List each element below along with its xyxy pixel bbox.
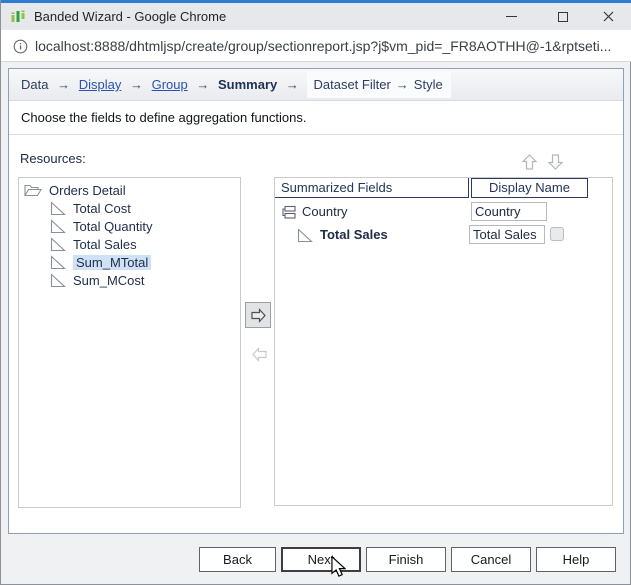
breadcrumb-separator: → xyxy=(129,77,143,92)
column-header-summarized-fields[interactable]: Summarized Fields xyxy=(275,178,469,198)
titlebar: Banded Wizard - Google Chrome xyxy=(1,3,631,30)
field-triangle-icon xyxy=(50,254,66,270)
move-up-icon[interactable] xyxy=(521,153,538,176)
field-triangle-icon xyxy=(50,200,66,216)
tree-node-label[interactable]: Total Cost xyxy=(73,201,131,216)
info-icon[interactable] xyxy=(13,39,28,59)
resources-tree: Orders Detail Total Cost Total Quantity … xyxy=(19,178,240,289)
help-button[interactable]: Help xyxy=(536,547,616,572)
breadcrumb-separator: → xyxy=(285,77,299,92)
minimize-icon[interactable] xyxy=(495,3,527,30)
breadcrumb-separator: → xyxy=(57,77,71,92)
breadcrumb-step-summary: Summary xyxy=(217,77,278,92)
field-triangle-icon xyxy=(297,228,313,246)
summary-field-label[interactable]: Total Sales xyxy=(320,227,388,242)
tree-node-label[interactable]: Total Sales xyxy=(73,237,137,252)
tree-node-orders-detail[interactable]: Orders Detail xyxy=(19,181,240,199)
breadcrumb-step-display[interactable]: Display xyxy=(79,77,122,92)
tree-node-sum-mtotal[interactable]: Sum_MTotal xyxy=(19,253,240,271)
breadcrumb-step-style: Style xyxy=(413,77,443,92)
tree-node-sum-mcost[interactable]: Sum_MCost xyxy=(19,271,240,289)
tree-node-total-cost[interactable]: Total Cost xyxy=(19,199,240,217)
breadcrumb-separator: → xyxy=(196,77,210,92)
field-triangle-icon xyxy=(50,236,66,252)
app-logo-icon xyxy=(10,8,26,31)
back-button[interactable]: Back xyxy=(199,547,276,572)
instruction-text: Choose the fields to define aggregation … xyxy=(9,101,623,135)
open-folder-icon xyxy=(24,183,42,197)
group-field-label[interactable]: Country xyxy=(302,204,348,219)
window-title: Banded Wizard - Google Chrome xyxy=(34,9,227,24)
maximize-icon[interactable] xyxy=(547,3,579,30)
resources-label: Resources: xyxy=(20,151,86,166)
field-triangle-icon xyxy=(50,218,66,234)
breadcrumb: Data → Display → Group → Summary → Datas… xyxy=(9,69,623,101)
display-name-input-total-sales[interactable] xyxy=(469,225,545,244)
breadcrumb-step-data: Data xyxy=(21,77,49,92)
tree-node-label[interactable]: Sum_MCost xyxy=(73,273,145,288)
column-header-display-name[interactable]: Display Name xyxy=(471,178,588,198)
close-icon[interactable] xyxy=(592,3,624,30)
tree-node-label[interactable]: Orders Detail xyxy=(49,183,126,198)
tree-node-total-sales[interactable]: Total Sales xyxy=(19,235,240,253)
wizard-dialog: Data → Display → Group → Summary → Datas… xyxy=(8,68,624,534)
breadcrumb-separator: → xyxy=(395,77,409,92)
breadcrumb-step-group[interactable]: Group xyxy=(152,77,188,92)
breadcrumb-step-dataset-filter: Dataset Filter xyxy=(313,77,391,92)
breadcrumb-future-steps: Dataset Filter → Style xyxy=(307,71,451,98)
resources-tree-panel: Orders Detail Total Cost Total Quantity … xyxy=(18,177,241,508)
table-row: Country xyxy=(275,202,612,222)
next-button[interactable]: Next xyxy=(281,547,361,572)
move-down-icon[interactable] xyxy=(547,153,564,176)
table-row: Total Sales xyxy=(275,225,612,245)
url-text: localhost:8888/dhtmljsp/create/group/sec… xyxy=(35,38,612,54)
remove-field-button xyxy=(249,345,269,363)
add-field-button[interactable] xyxy=(245,302,271,328)
address-bar[interactable]: localhost:8888/dhtmljsp/create/group/sec… xyxy=(1,30,631,62)
tree-node-label[interactable]: Total Quantity xyxy=(73,219,153,234)
tree-node-label-selected[interactable]: Sum_MTotal xyxy=(73,254,152,270)
group-icon xyxy=(281,205,296,222)
finish-button[interactable]: Finish xyxy=(366,547,446,572)
summarized-fields-panel: Summarized Fields Display Name Country T… xyxy=(274,177,613,506)
wizard-footer: Back Next Finish Cancel Help xyxy=(1,547,631,573)
cancel-button[interactable]: Cancel xyxy=(451,547,531,572)
summary-checkbox[interactable] xyxy=(550,227,564,241)
field-triangle-icon xyxy=(50,272,66,288)
tree-node-total-quantity[interactable]: Total Quantity xyxy=(19,217,240,235)
display-name-input-country[interactable] xyxy=(471,202,547,221)
